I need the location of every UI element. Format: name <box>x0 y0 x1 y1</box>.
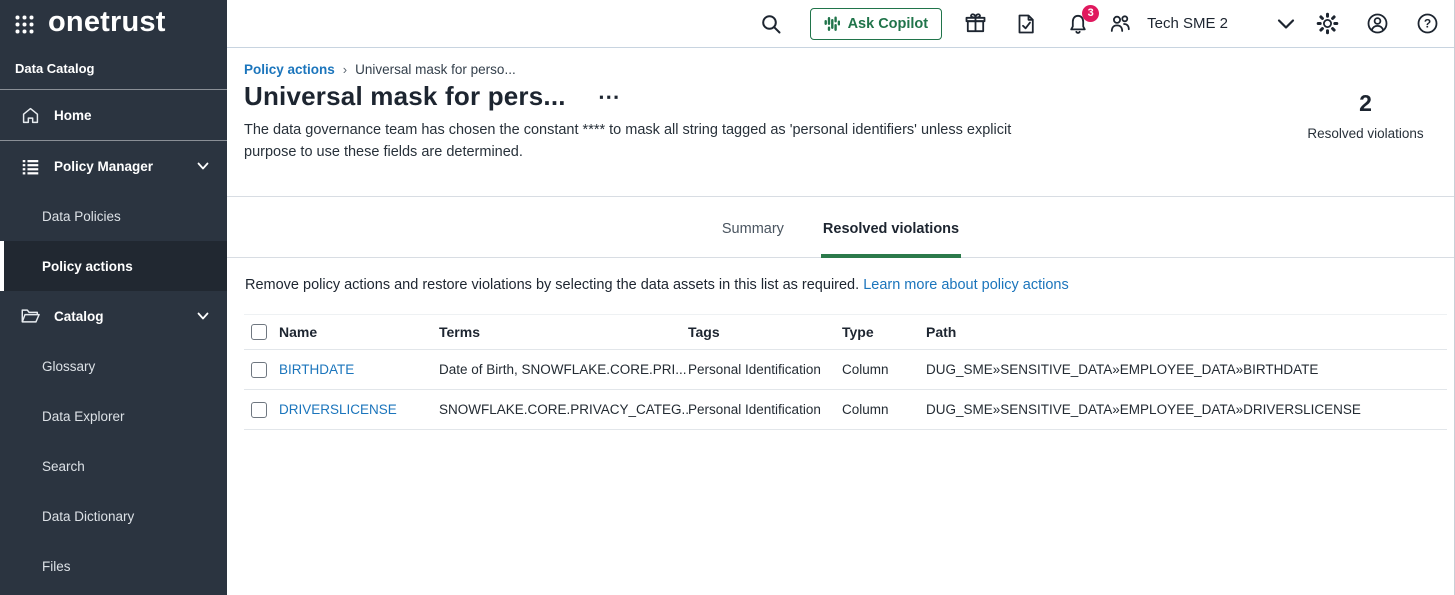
violations-table: Name Terms Tags Type Path BIRTHDATE Date… <box>244 314 1447 430</box>
chevron-down-icon <box>195 308 211 324</box>
sidebar-item-policy-actions[interactable]: Policy actions <box>0 241 227 291</box>
select-all-checkbox[interactable] <box>251 324 267 340</box>
sidebar-item-label: Data Dictionary <box>42 509 134 524</box>
stat-label: Resolved violations <box>1293 126 1438 141</box>
svg-text:?: ? <box>1424 17 1431 31</box>
users-icon[interactable] <box>1109 12 1132 35</box>
more-options-icon[interactable]: ⋯ <box>598 86 621 108</box>
sidebar: onetrust Data Catalog Home Policy <box>0 0 227 595</box>
table-row: DRIVERSLICENSE SNOWFLAKE.CORE.PRIVACY_CA… <box>244 390 1447 430</box>
main-area: Ask Copilot <box>227 0 1455 595</box>
learn-more-link[interactable]: Learn more about policy actions <box>863 277 1069 293</box>
sidebar-item-label: Data Explorer <box>42 409 125 424</box>
column-header-terms[interactable]: Terms <box>439 324 688 340</box>
resolved-violations-stat: 2 Resolved violations <box>1293 90 1438 141</box>
copilot-icon <box>824 15 840 33</box>
info-text: Remove policy actions and restore violat… <box>245 277 859 293</box>
chevron-down-icon <box>195 158 211 174</box>
terms-cell: SNOWFLAKE.CORE.PRIVACY_CATEG... <box>439 402 688 417</box>
account-icon[interactable] <box>1366 12 1389 35</box>
sidebar-item-home[interactable]: Home <box>0 90 227 140</box>
search-icon[interactable] <box>760 13 782 35</box>
ask-copilot-button[interactable]: Ask Copilot <box>810 8 943 40</box>
sidebar-item-label: Catalog <box>54 309 104 324</box>
sidebar-item-label: Search <box>42 459 85 474</box>
column-header-type[interactable]: Type <box>842 324 926 340</box>
settings-gear-icon[interactable] <box>1316 12 1339 35</box>
row-checkbox[interactable] <box>251 402 267 418</box>
sidebar-item-label: Home <box>54 108 92 123</box>
sidebar-item-catalog[interactable]: Catalog <box>0 291 227 341</box>
tasks-doc-icon[interactable] <box>1015 13 1037 35</box>
topbar: Ask Copilot <box>227 0 1454 48</box>
sidebar-item-policy-manager[interactable]: Policy Manager <box>0 141 227 191</box>
sidebar-item-glossary[interactable]: Glossary <box>0 341 227 391</box>
sidebar-item-data-dictionary[interactable]: Data Dictionary <box>0 491 227 541</box>
notifications-bell-icon[interactable]: 3 <box>1067 13 1089 35</box>
breadcrumb-current: Universal mask for perso... <box>355 62 516 77</box>
stat-value: 2 <box>1293 90 1438 117</box>
sidebar-item-label: Data Policies <box>42 209 121 224</box>
type-cell: Column <box>842 362 926 377</box>
page-title: Universal mask for pers... <box>244 81 566 112</box>
table-header-row: Name Terms Tags Type Path <box>244 314 1447 350</box>
path-cell: DUG_SME»SENSITIVE_DATA»EMPLOYEE_DATA»DRI… <box>926 402 1447 417</box>
table-row: BIRTHDATE Date of Birth, SNOWFLAKE.CORE.… <box>244 350 1447 390</box>
app-window: onetrust Data Catalog Home Policy <box>0 0 1455 595</box>
asset-name-link[interactable]: DRIVERSLICENSE <box>279 402 397 417</box>
page-header: Policy actions › Universal mask for pers… <box>227 48 1454 196</box>
chevron-down-icon[interactable] <box>1274 12 1298 36</box>
help-icon[interactable]: ? <box>1416 12 1439 35</box>
sidebar-item-label: Glossary <box>42 359 95 374</box>
breadcrumb-separator: › <box>343 62 347 77</box>
row-select-cell <box>244 402 279 418</box>
tab-resolved-violations[interactable]: Resolved violations <box>821 221 961 257</box>
notification-badge: 3 <box>1082 5 1099 22</box>
asset-name-link[interactable]: BIRTHDATE <box>279 362 354 377</box>
sidebar-item-data-explorer[interactable]: Data Explorer <box>0 391 227 441</box>
column-header-name[interactable]: Name <box>279 324 439 340</box>
tags-cell: Personal Identification <box>688 362 842 377</box>
product-name: Data Catalog <box>0 48 227 89</box>
list-icon <box>20 156 40 176</box>
terms-cell: Date of Birth, SNOWFLAKE.CORE.PRI... <box>439 362 688 377</box>
folder-open-icon <box>20 306 40 326</box>
onetrust-logo: onetrust <box>48 8 166 41</box>
row-select-cell <box>244 362 279 378</box>
sidebar-item-search[interactable]: Search <box>0 441 227 491</box>
type-cell: Column <box>842 402 926 417</box>
logo-row: onetrust <box>0 0 227 48</box>
tabs: Summary Resolved violations <box>227 196 1454 258</box>
user-menu-label[interactable]: Tech SME 2 <box>1147 15 1228 32</box>
column-header-path[interactable]: Path <box>926 324 1447 340</box>
sidebar-item-data-policies[interactable]: Data Policies <box>0 191 227 241</box>
breadcrumb-policy-actions-link[interactable]: Policy actions <box>244 62 335 77</box>
tags-cell: Personal Identification <box>688 402 842 417</box>
select-all-cell <box>244 324 279 340</box>
breadcrumb: Policy actions › Universal mask for pers… <box>244 62 1454 77</box>
row-checkbox[interactable] <box>251 362 267 378</box>
column-header-tags[interactable]: Tags <box>688 324 842 340</box>
path-cell: DUG_SME»SENSITIVE_DATA»EMPLOYEE_DATA»BIR… <box>926 362 1447 377</box>
tab-summary[interactable]: Summary <box>720 221 786 257</box>
home-icon <box>20 105 40 125</box>
title-row: Universal mask for pers... ⋯ <box>244 81 1454 112</box>
ask-copilot-label: Ask Copilot <box>848 16 929 32</box>
sidebar-item-files[interactable]: Files <box>0 541 227 591</box>
sidebar-item-label: Files <box>42 559 71 574</box>
page-description: The data governance team has chosen the … <box>244 119 1022 163</box>
gift-icon[interactable] <box>964 12 987 35</box>
sidebar-item-label: Policy Manager <box>54 159 153 174</box>
app-launcher-waffle-icon[interactable] <box>14 14 35 35</box>
info-line: Remove policy actions and restore violat… <box>245 277 1454 293</box>
sidebar-item-label: Policy actions <box>42 259 133 274</box>
